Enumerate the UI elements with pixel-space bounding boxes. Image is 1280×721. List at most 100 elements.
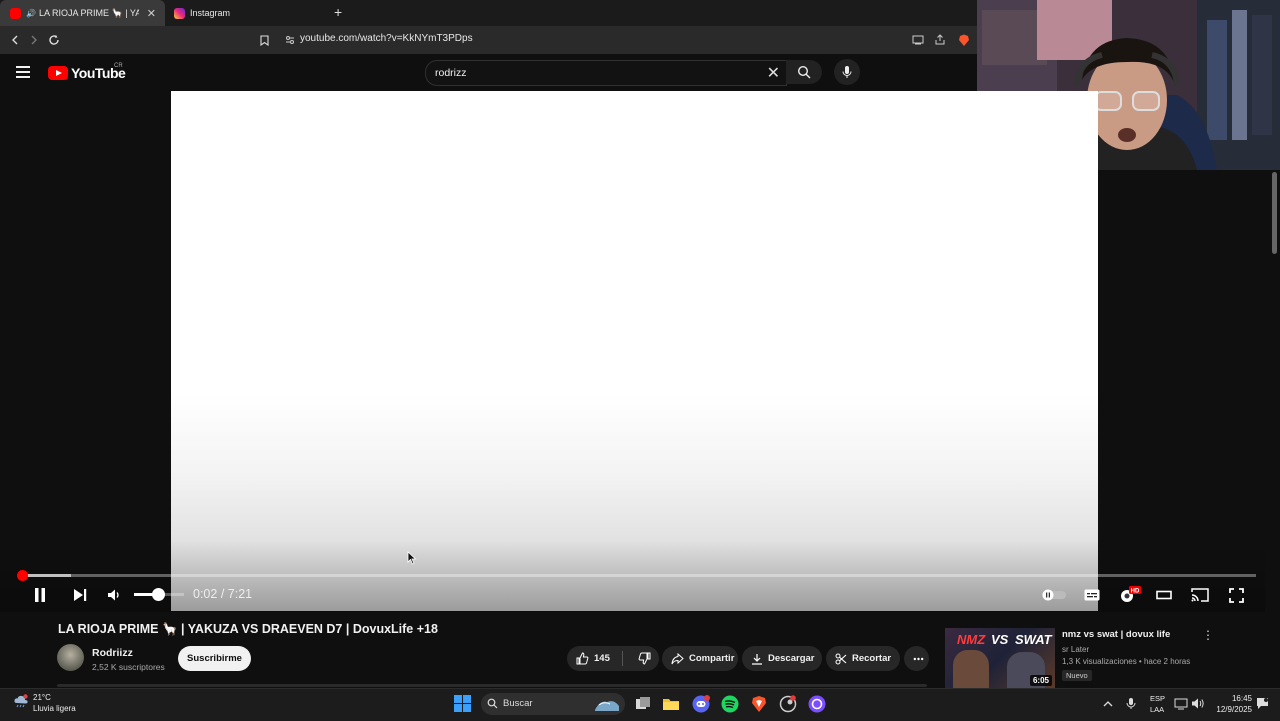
file-explorer-icon[interactable] [662, 695, 680, 713]
pause-button[interactable] [30, 584, 50, 606]
recommended-meta: 1,3 K visualizaciones • hace 2 horas [1062, 657, 1191, 666]
bookmark-button[interactable] [256, 26, 272, 54]
windows-start-icon[interactable] [454, 695, 471, 712]
video-progress-bar[interactable] [22, 574, 1256, 577]
reload-button[interactable] [45, 26, 63, 54]
brave-browser-icon[interactable] [750, 695, 768, 713]
taskbar-search-label: Buscar [503, 698, 533, 709]
dislike-button[interactable] [629, 652, 656, 665]
current-time: 0:02 [193, 587, 218, 601]
taskbar-clock[interactable]: 16:45 [1214, 694, 1252, 703]
theater-mode-button[interactable] [1154, 584, 1174, 606]
weather-description: Lluvia ligera [33, 704, 76, 713]
download-label: Descargar [768, 653, 815, 664]
reload-icon [49, 35, 59, 45]
close-tab-icon[interactable]: ✕ [147, 7, 156, 20]
speaker-icon[interactable]: 🔊 [26, 9, 36, 18]
cast-page-button[interactable] [910, 26, 926, 54]
share-label: Compartir [689, 653, 735, 664]
search-query: rodrizz [435, 67, 467, 79]
brave-shields-button[interactable] [956, 26, 972, 54]
search-highlight-icon [595, 701, 619, 711]
like-button[interactable]: 145 [567, 652, 610, 665]
voice-search-button[interactable] [834, 59, 860, 85]
time-separator: / [217, 587, 228, 601]
pause-icon [35, 588, 45, 602]
site-settings-icon [286, 36, 294, 44]
volume-slider-handle[interactable] [152, 588, 165, 601]
menu-hamburger-icon[interactable] [16, 66, 30, 81]
url-text[interactable]: youtube.com/watch?v=KkNYmT3PDps [300, 33, 473, 44]
fullscreen-icon [1228, 587, 1244, 603]
theater-mode-icon [1156, 590, 1172, 600]
channel-name[interactable]: Rodriizz [92, 647, 133, 659]
tab-youtube[interactable]: 🔊 LA RIOJA PRIME 🦙 | YAKUZA ✕ [0, 0, 165, 26]
steam-icon[interactable] [779, 695, 797, 713]
search-input[interactable]: rodrizz ✕ [425, 60, 787, 86]
like-count: 145 [594, 653, 610, 664]
weather-rain-icon[interactable] [13, 694, 29, 708]
like-divider [622, 651, 623, 666]
taskbar-search[interactable]: Buscar [481, 693, 625, 715]
share-page-button[interactable] [932, 26, 948, 54]
back-button[interactable] [6, 26, 24, 54]
fullscreen-button[interactable] [1226, 584, 1246, 606]
recommended-more-icon[interactable]: ⋮ [1202, 628, 1214, 642]
instagram-favicon-icon [174, 7, 185, 19]
download-icon [752, 653, 762, 665]
settings-button[interactable]: HD [1117, 584, 1143, 606]
youtube-play-logo-icon [48, 66, 68, 80]
share-icon [935, 34, 945, 45]
cast-button[interactable] [1189, 584, 1211, 606]
tray-volume-icon[interactable] [1191, 697, 1205, 710]
video-frame[interactable] [171, 91, 1098, 611]
notifications-icon[interactable] [1256, 697, 1269, 710]
subscribe-button[interactable]: Suscribirme [178, 646, 251, 671]
page-scrollbar-thumb[interactable] [1272, 172, 1277, 254]
site-info-button[interactable] [283, 26, 297, 54]
like-dislike-group: 145 [567, 646, 659, 671]
clip-button[interactable]: Recortar [826, 646, 900, 671]
bookmark-icon [259, 34, 269, 46]
screen-icon [912, 35, 924, 45]
brave-lion-icon [959, 34, 969, 46]
description-box-edge [57, 684, 927, 687]
thumbs-down-icon [638, 652, 651, 665]
discord-icon[interactable] [692, 695, 710, 713]
taskbar-date[interactable]: 12/9/2025 [1212, 705, 1252, 714]
spotify-icon[interactable] [721, 695, 739, 713]
clear-search-icon[interactable]: ✕ [767, 63, 780, 83]
network-icon[interactable] [1174, 697, 1188, 710]
cast-icon [1191, 588, 1209, 602]
recommended-video-thumbnail[interactable]: NMZ VS SWAT 6:05 [945, 628, 1055, 688]
autoplay-toggle[interactable] [1040, 584, 1068, 606]
subtitles-button[interactable] [1082, 584, 1102, 606]
scissors-icon [835, 653, 847, 664]
mute-button[interactable] [105, 584, 123, 606]
app-circle-icon[interactable] [808, 695, 826, 713]
keyboard-language[interactable]: ESP [1150, 694, 1165, 703]
search-icon [797, 65, 811, 79]
forward-button[interactable] [25, 26, 43, 54]
recommended-title[interactable]: nmz vs swat | dovux life [1062, 629, 1170, 640]
forward-arrow-icon [31, 35, 37, 45]
tab-instagram[interactable]: Instagram [166, 0, 326, 26]
search-button[interactable] [786, 60, 822, 84]
subscriber-count: 2,52 K suscriptores [92, 662, 165, 672]
tray-microphone-icon[interactable] [1125, 697, 1137, 710]
thumb-text-left: NMZ [957, 632, 986, 647]
more-actions-button[interactable] [904, 646, 929, 671]
new-tab-button[interactable]: + [334, 4, 342, 20]
recommended-channel[interactable]: sr Later [1062, 645, 1089, 654]
thumb-text-right: SWAT [1015, 632, 1052, 647]
channel-avatar[interactable] [57, 644, 84, 671]
skip-next-icon [74, 589, 87, 601]
download-button[interactable]: Descargar [742, 646, 822, 671]
scrubber-handle[interactable] [17, 570, 28, 581]
share-button[interactable]: Compartir [662, 646, 738, 671]
recommended-duration: 6:05 [1029, 675, 1052, 686]
next-video-button[interactable] [70, 584, 90, 606]
task-view-icon[interactable] [634, 695, 652, 713]
chevron-up-icon[interactable] [1102, 698, 1114, 710]
keyboard-layout[interactable]: LAA [1150, 705, 1164, 714]
